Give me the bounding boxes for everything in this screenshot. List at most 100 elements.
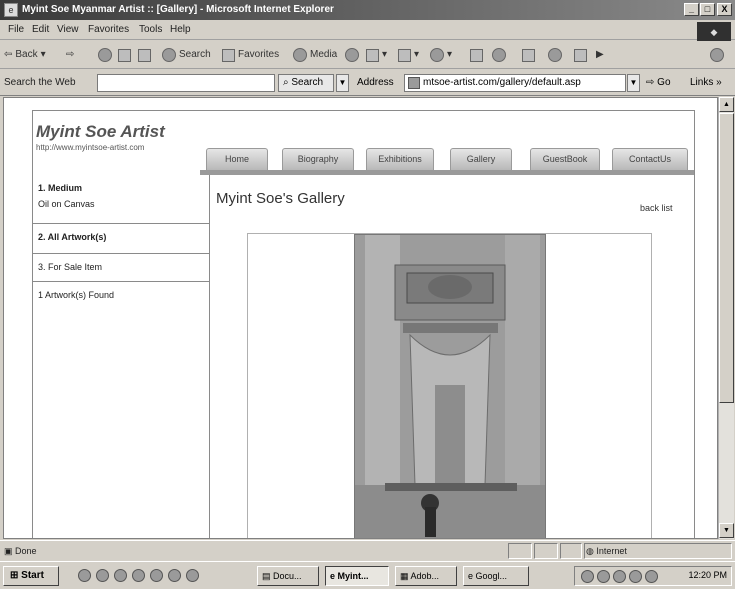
back-list-link[interactable]: back list [640,203,673,213]
quicklaunch-icon[interactable] [96,569,109,582]
nav-exhibitions[interactable]: Exhibitions [366,148,434,170]
window-title: Myint Soe Myanmar Artist :: [Gallery] - … [22,4,334,15]
adobe-icon: ▦ [400,571,409,581]
scroll-thumb[interactable] [719,113,734,403]
stop-icon [98,48,112,62]
minimize-button[interactable]: _ [684,3,699,16]
tray-icon[interactable] [597,570,610,583]
toolbar: ⇦ Back ▾ ⇨ Search Favorites Media ▾ ▾ ▾ … [0,41,735,69]
windows-logo-icon: ⊞ [10,570,19,581]
go-button[interactable]: ⇨ Go [646,77,671,88]
browser-viewport: Myint Soe Artist http://www.myintsoe-art… [3,97,718,539]
messenger-button[interactable] [522,47,535,63]
print-icon [398,48,411,62]
tray-icon[interactable] [645,570,658,583]
vertical-scrollbar[interactable]: ▲ ▼ [718,97,734,539]
address-input[interactable]: mtsoe-artist.com/gallery/default.asp [404,74,626,92]
task-google[interactable]: e Googl... [463,566,529,586]
sidebar-medium-heading[interactable]: 1. Medium [38,183,208,193]
start-button[interactable]: ⊞ Start [3,566,59,586]
menu-edit[interactable]: Edit [32,24,49,35]
menu-file[interactable]: File [8,24,24,35]
status-cell [534,543,558,559]
gallery-title: Myint Soe's Gallery [216,190,345,207]
mail-button[interactable]: ▾ [366,47,387,63]
status-bar: ▣ Done ◍ Internet [0,540,735,560]
go-label: Go [657,77,671,88]
stop-button[interactable] [98,47,112,63]
clock[interactable]: 12:20 PM [688,570,727,580]
sidebar-medium-value[interactable]: Oil on Canvas [38,199,208,209]
search-web-button-label: Search [291,77,324,88]
history-button[interactable] [345,47,359,63]
artwork-image[interactable] [354,234,546,538]
nav-home[interactable]: Home [206,148,268,170]
window-title-bar[interactable]: Myint Soe Myanmar Artist :: [Gallery] - … [0,0,735,20]
sidebar: 1. Medium Oil on Canvas 2. All Artwork(s… [32,175,210,538]
home-button[interactable] [138,47,151,63]
discuss-button[interactable] [470,47,483,63]
nav-biography[interactable]: Biography [282,148,354,170]
page-icon [408,77,420,89]
search-dropdown-button[interactable]: ▼ [336,74,349,92]
search-web-button[interactable]: ⌕ Search [278,74,334,92]
quicklaunch-icon[interactable] [186,569,199,582]
menu-favorites[interactable]: Favorites [88,24,129,35]
edit-button[interactable]: ▾ [430,47,452,63]
quicklaunch-icon[interactable] [150,569,163,582]
tray-icon[interactable] [613,570,626,583]
quicklaunch-icon[interactable] [168,569,181,582]
sidebar-divider [32,253,210,254]
address-dropdown-button[interactable]: ▼ [627,74,640,92]
tool-button-2[interactable] [574,47,587,63]
quicklaunch-icon[interactable] [114,569,127,582]
quicklaunch-icon[interactable] [78,569,91,582]
task-label: Googl... [475,571,508,581]
search-icon [162,48,176,62]
tray-icon[interactable] [581,570,594,583]
address-row: Search the Web ⌕ Search ▼ Address mtsoe-… [0,70,735,96]
back-button[interactable]: ⇦ Back ▾ [4,47,46,63]
forward-button[interactable]: ⇨ [66,47,74,63]
research-button[interactable] [492,47,506,63]
favorites-button[interactable]: Favorites [222,47,279,63]
media-button[interactable]: Media [293,47,337,63]
scroll-up-button[interactable]: ▲ [719,97,734,112]
task-adobe[interactable]: ▦ Adob... [395,566,457,586]
links-button[interactable]: Links » [690,77,722,88]
edit-icon [430,48,444,62]
chevron-down-icon: ▼ [338,78,347,87]
refresh-button[interactable] [118,47,131,63]
status-cell [560,543,582,559]
scroll-down-button[interactable]: ▼ [719,523,734,538]
menu-help[interactable]: Help [170,24,191,35]
quicklaunch-icon[interactable] [132,569,145,582]
nav-contactus[interactable]: ContactUs [612,148,688,170]
task-document[interactable]: ▤ Docu... [257,566,319,586]
tray-icon[interactable] [629,570,642,583]
site-url: http://www.myintsoe-artist.com [36,143,145,152]
internet-zone: ◍ Internet [586,546,627,557]
task-browser[interactable]: e Myint... [325,566,389,586]
tool-button-3[interactable]: ▶ [596,47,604,63]
research-icon [492,48,506,62]
nav-gallery[interactable]: Gallery [450,148,512,170]
search-button[interactable]: Search [162,47,211,63]
sidebar-for-sale[interactable]: 3. For Sale Item [38,262,208,272]
site-title[interactable]: Myint Soe Artist [36,122,165,142]
tool-button-1[interactable] [548,47,562,63]
taskbar: ⊞ Start ▤ Docu... e Myint... ▦ Adob... e… [0,561,735,589]
menu-tools[interactable]: Tools [139,24,162,35]
search-web-input[interactable] [97,74,275,92]
maximize-button[interactable]: □ [700,3,715,16]
close-button[interactable]: X [717,3,732,16]
tool-icon [574,48,587,62]
back-label: Back [15,49,38,60]
tool-button-4[interactable] [710,47,724,63]
print-button[interactable]: ▾ [398,47,419,63]
site-nav: Home Biography Exhibitions Gallery Guest… [200,148,694,170]
forward-arrow-icon: ⇨ [66,49,75,60]
menu-view[interactable]: View [57,24,79,35]
sidebar-all-artwork[interactable]: 2. All Artwork(s) [38,232,208,242]
nav-guestbook[interactable]: GuestBook [530,148,600,170]
